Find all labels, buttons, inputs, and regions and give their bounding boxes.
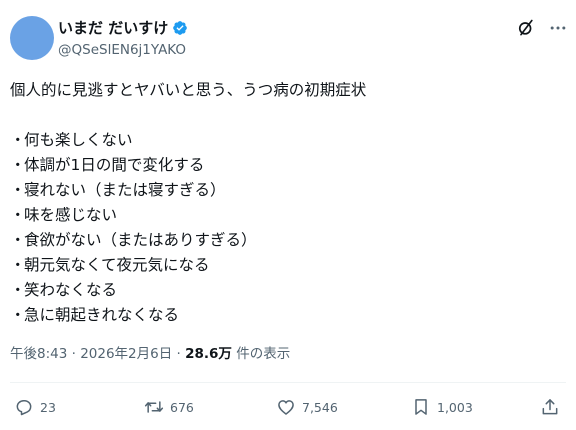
author-name[interactable]: いまだ だいすけ bbox=[58, 18, 168, 38]
repost-button[interactable]: 676 bbox=[144, 394, 194, 420]
list-item: ・笑わなくなる bbox=[10, 278, 566, 303]
like-count: 7,546 bbox=[302, 399, 338, 415]
bullet: ・ bbox=[10, 306, 26, 324]
meta-separator: · bbox=[172, 346, 186, 362]
divider bbox=[10, 382, 566, 383]
name-row: いまだ だいすけ bbox=[58, 18, 188, 38]
list-item: ・何も楽しくない bbox=[10, 128, 566, 153]
post-body: 個人的に見逃すとヤバいと思う、うつ病の初期症状 ・何も楽しくない ・体調が1日の… bbox=[10, 78, 566, 328]
bullet: ・ bbox=[10, 131, 26, 149]
list-item-text: 食欲がない（またはありすぎる） bbox=[24, 231, 257, 249]
bullet: ・ bbox=[10, 206, 26, 224]
bullet: ・ bbox=[10, 256, 26, 274]
list-item-text: 寝れない（または寝すぎる） bbox=[24, 181, 226, 199]
list-item: ・味を感じない bbox=[10, 203, 566, 228]
meta-separator: · bbox=[67, 346, 81, 362]
bookmark-button[interactable]: 1,003 bbox=[411, 394, 473, 420]
share-icon bbox=[542, 399, 558, 415]
avatar[interactable] bbox=[10, 16, 54, 60]
list-item: ・急に朝起きれなくなる bbox=[10, 303, 566, 328]
list-item-text: 体調が1日の間で変化する bbox=[24, 156, 205, 174]
list-item-text: 何も楽しくない bbox=[24, 131, 133, 149]
bullet: ・ bbox=[10, 156, 26, 174]
bullet: ・ bbox=[10, 231, 26, 249]
views-count[interactable]: 28.6万 bbox=[185, 346, 232, 362]
bookmark-count: 1,003 bbox=[437, 399, 473, 415]
bullet: ・ bbox=[10, 281, 26, 299]
bullet: ・ bbox=[10, 181, 26, 199]
reply-button[interactable]: 23 bbox=[14, 394, 56, 420]
post-time[interactable]: 午後8:43 bbox=[10, 346, 67, 362]
action-bar: 23 676 7,546 1,003 bbox=[0, 394, 576, 420]
list-item: ・体調が1日の間で変化する bbox=[10, 153, 566, 178]
more-icon[interactable] bbox=[548, 18, 568, 38]
reply-icon bbox=[16, 400, 32, 416]
grok-icon[interactable] bbox=[516, 18, 536, 38]
post-meta: 午後8:43 · 2026年2月6日 · 28.6万 件の表示 bbox=[10, 344, 290, 364]
heart-icon bbox=[278, 400, 294, 415]
list-item: ・食欲がない（またはありすぎる） bbox=[10, 228, 566, 253]
share-button[interactable] bbox=[540, 394, 560, 420]
repost-count: 676 bbox=[170, 399, 194, 415]
post-date[interactable]: 2026年2月6日 bbox=[80, 346, 172, 362]
list-item: ・寝れない（または寝すぎる） bbox=[10, 178, 566, 203]
list-item-text: 味を感じない bbox=[24, 206, 118, 224]
author-handle[interactable]: @QSeSlEN6j1YAKO bbox=[58, 40, 188, 60]
top-actions bbox=[516, 18, 568, 38]
list-item-text: 急に朝起きれなくなる bbox=[24, 306, 180, 324]
list-item: ・朝元気なくて夜元気になる bbox=[10, 253, 566, 278]
repost-icon bbox=[144, 401, 164, 413]
symptom-list: ・何も楽しくない ・体調が1日の間で変化する ・寝れない（または寝すぎる） ・味… bbox=[10, 128, 566, 328]
like-button[interactable]: 7,546 bbox=[276, 394, 338, 420]
reply-count: 23 bbox=[40, 399, 56, 415]
author-block: いまだ だいすけ @QSeSlEN6j1YAKO bbox=[58, 18, 188, 60]
views-label: 件の表示 bbox=[231, 346, 291, 362]
post-intro: 個人的に見逃すとヤバいと思う、うつ病の初期症状 bbox=[10, 81, 367, 99]
post: いまだ だいすけ @QSeSlEN6j1YAKO 個人的に見逃すとヤバいと思う、… bbox=[0, 0, 576, 430]
bookmark-icon bbox=[415, 399, 427, 415]
list-item-text: 朝元気なくて夜元気になる bbox=[24, 256, 210, 274]
verified-badge-icon bbox=[173, 21, 188, 35]
list-item-text: 笑わなくなる bbox=[24, 281, 118, 299]
